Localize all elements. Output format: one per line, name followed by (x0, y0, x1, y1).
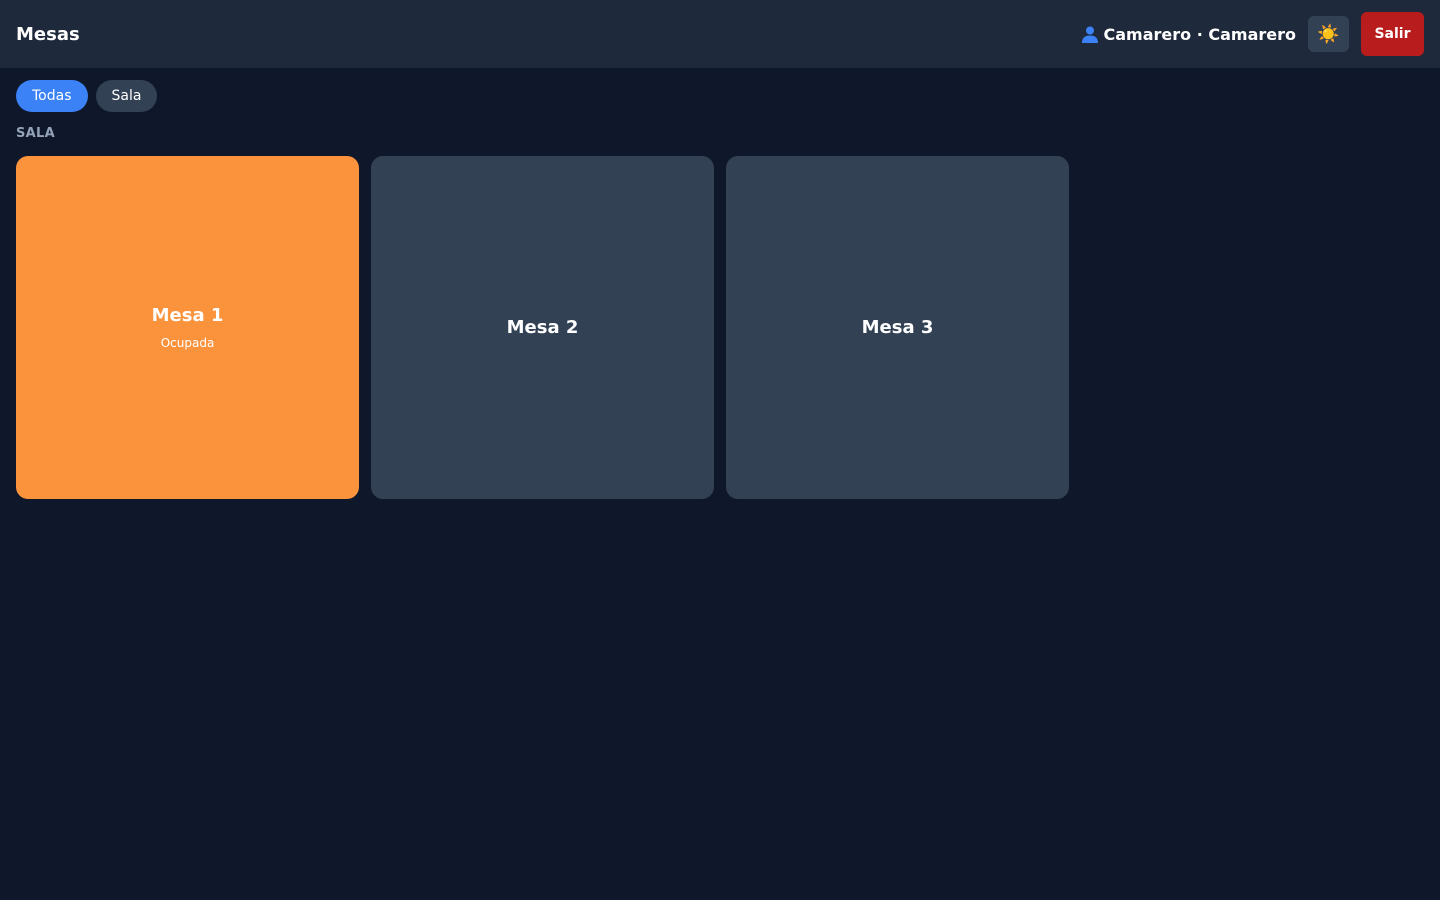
user-info: Camarero · Camarero (1080, 24, 1296, 44)
table-name: Mesa 2 (506, 317, 579, 338)
table-card-mesa-1[interactable]: Mesa 1 Ocupada (16, 156, 359, 499)
table-name: Mesa 1 (151, 305, 224, 326)
section-label: SALA (16, 126, 55, 141)
theme-toggle-button[interactable]: ☀️ (1308, 16, 1349, 52)
table-card-mesa-3[interactable]: Mesa 3 (726, 156, 1069, 499)
table-name: Mesa 3 (861, 317, 934, 338)
table-card-mesa-2[interactable]: Mesa 2 (371, 156, 714, 499)
logout-button[interactable]: Salir (1361, 12, 1424, 56)
filter-chip-todas[interactable]: Todas (16, 80, 88, 112)
topbar-actions: Camarero · Camarero ☀️ Salir (1080, 12, 1424, 56)
top-bar: Mesas Camarero · Camarero ☀️ Salir (0, 0, 1440, 68)
user-label: Camarero · Camarero (1103, 24, 1296, 44)
sun-icon: ☀️ (1317, 23, 1340, 45)
user-icon (1081, 26, 1098, 43)
table-status: Ocupada (160, 336, 215, 350)
page-title: Mesas (16, 23, 80, 45)
tables-grid: Mesa 1 Ocupada Mesa 2 Mesa 3 (16, 156, 1081, 499)
filter-chip-sala[interactable]: Sala (95, 80, 158, 112)
area-filters: Todas Sala (16, 80, 165, 112)
